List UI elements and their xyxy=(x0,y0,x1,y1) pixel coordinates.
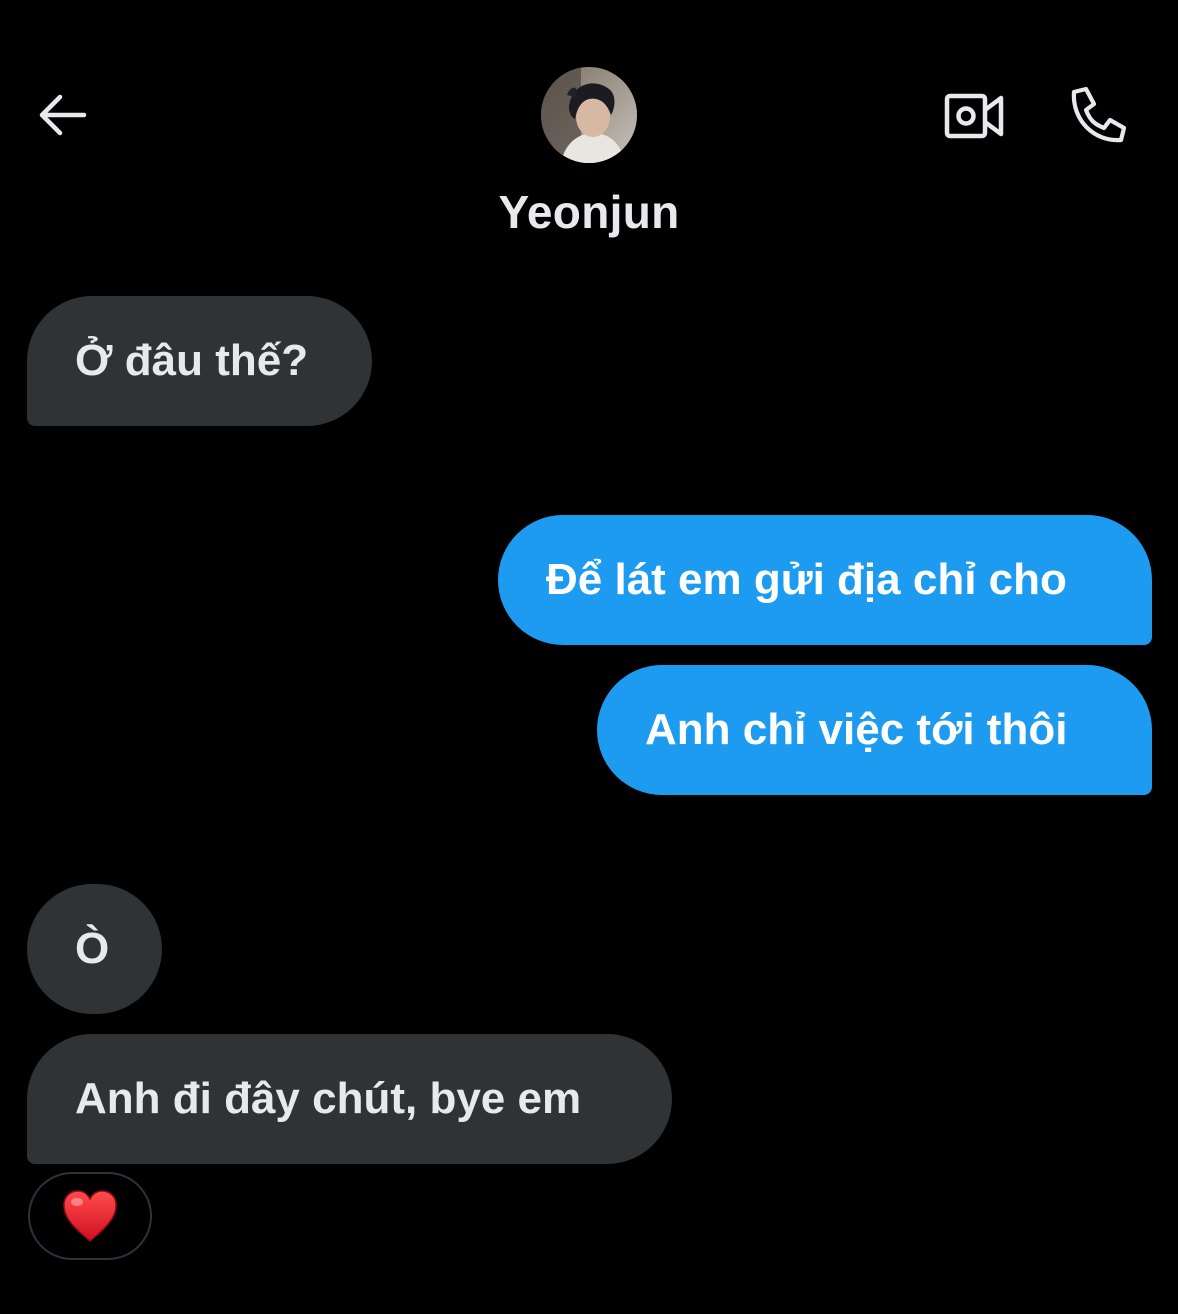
message-text: Để lát em gửi địa chỉ cho xyxy=(546,555,1067,604)
message-text: Anh chỉ việc tới thôi xyxy=(645,705,1068,754)
arrow-left-icon xyxy=(39,94,87,136)
contact-avatar[interactable] xyxy=(541,67,637,163)
back-button[interactable] xyxy=(24,80,100,150)
contact-name: Yeonjun xyxy=(498,186,680,238)
avatar-photo xyxy=(541,67,637,163)
message-bubble-outgoing[interactable]: Anh chỉ việc tới thôi xyxy=(597,665,1152,795)
phone-icon xyxy=(1071,86,1127,143)
message-reaction[interactable] xyxy=(28,1172,152,1260)
red-heart-icon xyxy=(63,1190,117,1243)
message-text: Ở đâu thế? xyxy=(75,336,309,385)
message-text: Anh đi đây chút, bye em xyxy=(75,1074,582,1123)
message-bubble-incoming[interactable]: Anh đi đây chút, bye em xyxy=(27,1034,672,1164)
message-bubble-incoming[interactable]: Ò xyxy=(27,884,162,1014)
message-bubble-incoming[interactable]: Ở đâu thế? xyxy=(27,296,372,426)
video-camera-icon xyxy=(944,93,1004,139)
message-text: Ò xyxy=(75,924,110,973)
message-bubble-outgoing[interactable]: Để lát em gửi địa chỉ cho xyxy=(498,515,1152,645)
video-call-button[interactable] xyxy=(936,80,1014,152)
voice-call-button[interactable] xyxy=(1056,78,1136,154)
